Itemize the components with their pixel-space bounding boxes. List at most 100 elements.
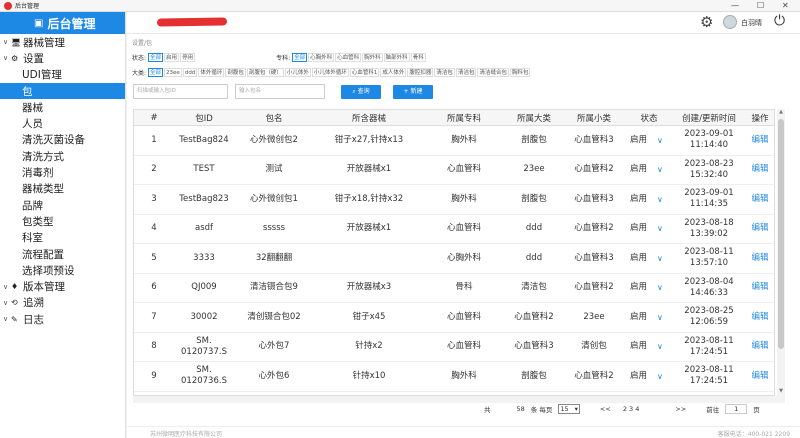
cell-text: 1 <box>151 134 157 145</box>
edit-link[interactable]: 编辑 <box>744 333 774 362</box>
category-chip[interactable]: ddd <box>182 68 198 77</box>
sidebar-item-label: 日志 <box>23 313 44 326</box>
horizontal-scrollbar[interactable] <box>133 396 785 403</box>
edit-link[interactable]: 编辑 <box>744 126 774 155</box>
edit-link[interactable]: 编辑 <box>744 244 774 273</box>
cell-text: 23ee <box>523 164 545 175</box>
edit-link[interactable]: 编辑 <box>744 215 774 244</box>
page-size-select[interactable]: 15 ▾ <box>558 404 580 414</box>
scroll-up-icon[interactable]: ▲ <box>777 109 785 117</box>
column-header: 创建/更新时间 <box>682 113 736 124</box>
sidebar-item[interactable]: ∨ ⟲ 追溯 <box>0 295 125 311</box>
status-chip[interactable]: 全部 <box>148 53 164 62</box>
cell-text: 心血管科3 <box>574 252 614 263</box>
edit-link[interactable]: 编辑 <box>744 303 774 332</box>
table-cell: 8 <box>134 333 174 362</box>
bag-name-search-input[interactable]: 输入包名 <box>235 84 325 99</box>
sidebar-item[interactable]: ∨ ♦ 版本管理 <box>0 278 125 294</box>
scroll-down-icon[interactable]: ▼ <box>777 388 785 396</box>
gear-icon[interactable]: ⚙ <box>700 13 713 31</box>
cell-text: 胸外科 <box>451 134 477 145</box>
category-chip[interactable]: 剖腹包 <box>225 68 246 77</box>
edit-link[interactable]: 编辑 <box>744 185 774 214</box>
category-chip[interactable]: 清洁包 <box>434 68 455 77</box>
maximize-button[interactable]: ☐ <box>757 0 764 12</box>
sidebar-item[interactable]: 清洗灭菌设备 <box>0 132 125 148</box>
category-chip[interactable]: 小儿体外 <box>284 68 311 77</box>
category-chip[interactable]: 体外循环 <box>198 68 225 77</box>
chevron-down-icon[interactable]: ∨ <box>657 164 663 175</box>
status-chip[interactable]: 启用 <box>164 53 180 62</box>
table-cell: 剖腹包 <box>504 126 564 155</box>
cell-text: 骨科 <box>455 282 473 293</box>
sidebar-item[interactable]: 科室 <box>0 230 125 246</box>
next-page-button[interactable]: >> <box>675 405 686 413</box>
edit-link[interactable]: 编辑 <box>744 362 774 391</box>
sidebar-item[interactable]: 器械类型 <box>0 181 125 197</box>
user-name[interactable]: 白羽晴 <box>741 18 762 28</box>
sidebar-item[interactable]: 人员 <box>0 115 125 131</box>
specialty-chip[interactable]: 骨科 <box>410 53 426 62</box>
close-button[interactable]: ✕ <box>782 0 789 12</box>
sidebar-item[interactable]: 包类型 <box>0 213 125 229</box>
sidebar-item[interactable]: 包 <box>0 82 125 100</box>
category-chip[interactable]: 清洁包 <box>455 68 477 77</box>
chevron-down-icon[interactable]: ∨ <box>657 253 663 264</box>
table-row: 7 30002 清创镊合包02 钳子x45 心血管科 心血管科2 23ee 启用 ∨ 2023-0… <box>134 303 774 333</box>
category-chip[interactable]: 胸科包 <box>509 68 531 77</box>
category-chip[interactable]: 清洁缝合包 <box>477 68 509 77</box>
sidebar-item[interactable]: UDI管理 <box>0 67 125 83</box>
chevron-down-icon[interactable]: ∨ <box>657 282 663 293</box>
category-chip[interactable]: 成人体外 <box>380 68 407 77</box>
cell-text: 心血管科 <box>446 311 481 322</box>
table-cell: 钳子x45 <box>314 303 424 332</box>
chevron-down-icon[interactable]: ∨ <box>657 135 663 146</box>
category-chip[interactable]: 小儿体外循环 <box>311 68 349 77</box>
sidebar-item[interactable]: 流程配置 <box>0 246 125 262</box>
column-header: 操作 <box>751 113 769 124</box>
chevron-down-icon[interactable]: ∨ <box>657 341 663 352</box>
specialty-chip[interactable]: 脑部外科 <box>383 53 410 62</box>
bag-id-search-input[interactable]: 扫描或输入包ID <box>133 84 228 99</box>
category-chip[interactable]: 全部 <box>148 68 164 77</box>
column-header: 包名 <box>265 113 283 124</box>
chevron-down-icon[interactable]: ∨ <box>657 371 663 382</box>
category-chip[interactable]: 剖腹包（硬） <box>246 68 284 77</box>
chevron-down-icon[interactable]: ∨ <box>657 194 663 205</box>
table-row: 8 SM. 0120737.S 心外包7 针持x2 心血管科 心血管科3 清创包 启用 ∨ 202… <box>134 333 774 362</box>
power-icon[interactable]: ⏻ <box>774 13 785 29</box>
sidebar-item[interactable]: ∨ 🖥 器械管理 <box>0 34 125 50</box>
minimize-button[interactable]: — <box>731 0 739 12</box>
edit-link[interactable]: 编辑 <box>744 274 774 303</box>
query-button[interactable]: ⌕ 查询 <box>341 85 381 99</box>
avatar[interactable] <box>723 15 737 29</box>
specialty-chip[interactable]: 胸外科 <box>362 53 383 62</box>
chevron-down-icon[interactable]: ∨ <box>657 312 663 323</box>
vertical-scrollbar[interactable]: ▲ ▼ <box>777 109 785 396</box>
category-chip[interactable]: 心血管科1 <box>349 68 380 77</box>
sidebar-item[interactable]: ∨ ⚙ 设置 <box>0 50 125 66</box>
scroll-thumb[interactable] <box>778 119 784 349</box>
new-button[interactable]: + 新建 <box>393 85 433 99</box>
sidebar-item[interactable]: 品牌 <box>0 197 125 213</box>
goto-page-input[interactable]: 1 <box>725 404 748 414</box>
sidebar-item[interactable]: 消毒剂 <box>0 164 125 180</box>
category-chip[interactable]: 23ee <box>164 68 182 77</box>
edit-link[interactable]: 编辑 <box>744 156 774 185</box>
sidebar-item[interactable]: 清洗方式 <box>0 148 125 164</box>
category-chip[interactable]: 腹腔扣器 <box>407 68 434 77</box>
chevron-down-icon[interactable]: ∨ <box>657 223 663 234</box>
sidebar-item[interactable]: 器械 <box>0 99 125 115</box>
table-row: 6 QJ009 清洁镊合包9 开放器械x3 骨科 清洁包 心血管科2 启用 ∨ 2023-08-0… <box>134 274 774 303</box>
specialty-chip[interactable]: 心血管科 <box>335 53 362 62</box>
sidebar-item[interactable]: ∨ ✎ 日志 <box>0 311 125 327</box>
prev-page-button[interactable]: << <box>600 405 611 413</box>
status-cell: 启用 ∨ <box>624 303 674 332</box>
specialty-chip[interactable]: 全部 <box>292 53 308 62</box>
cell-text: 心血管科 <box>446 341 481 352</box>
page-numbers[interactable]: 2 3 4 <box>623 405 640 413</box>
status-chip[interactable]: 停用 <box>180 53 196 62</box>
sidebar-item[interactable]: 选择项预设 <box>0 262 125 278</box>
table-row: 4 asdf sssss 开放器械x1 心血管科 ddd 心血管科2 启用 ∨ 2023-08-1… <box>134 215 774 244</box>
specialty-chip[interactable]: 心胸外科 <box>308 53 335 62</box>
